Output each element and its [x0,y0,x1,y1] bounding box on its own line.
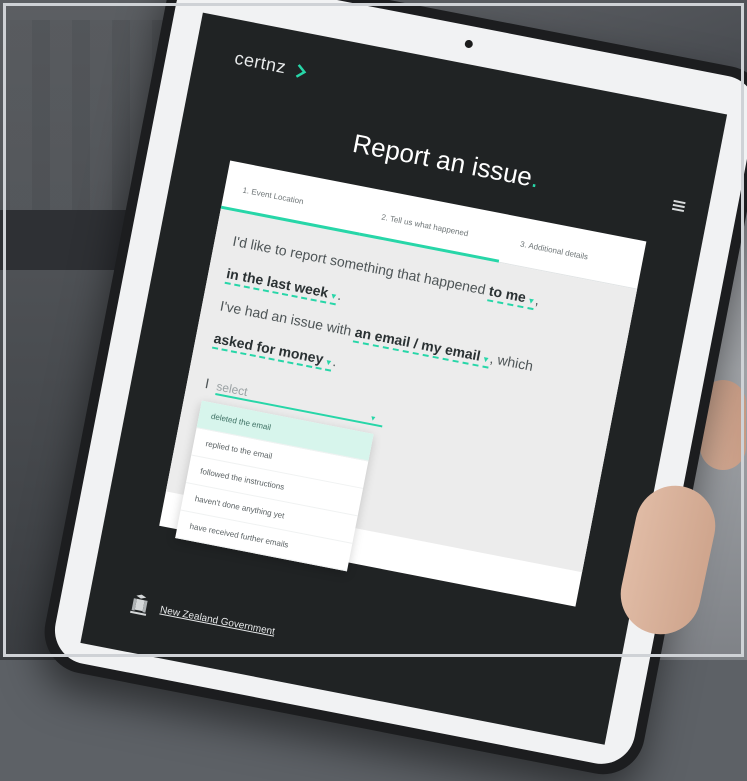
chevron-mark-icon [295,64,306,78]
nz-coat-of-arms-icon [130,594,148,616]
chevron-down-icon: ▼ [368,414,378,424]
i-label: I [203,375,211,392]
sentence-2-suffix: , which [488,349,535,374]
camera-icon [464,39,474,49]
what-select[interactable]: asked for money▼ [211,329,335,372]
tablet-device: certnz Report an issue. 1. Event Locatio… [37,0,747,781]
tablet-bezel: certnz Report an issue. 1. Event Locatio… [49,0,747,770]
who-select[interactable]: to me▼ [487,282,538,311]
nz-government-link[interactable]: New Zealand Government [159,604,276,637]
logo-text: certnz [233,47,288,78]
certnz-logo[interactable]: certnz [233,48,309,83]
action-dropdown-menu: deleted the email replied to the email f… [175,400,374,572]
tablet-screen: certnz Report an issue. 1. Event Locatio… [80,12,728,745]
what-value: asked for money [212,329,325,367]
government-footer: New Zealand Government [127,592,278,644]
page-title-text: Report an issue [350,127,535,193]
dotted-border-accent [742,235,744,645]
who-value: to me [487,282,528,306]
report-form-card: 1. Event Location 2. Tell us what happen… [159,160,647,607]
